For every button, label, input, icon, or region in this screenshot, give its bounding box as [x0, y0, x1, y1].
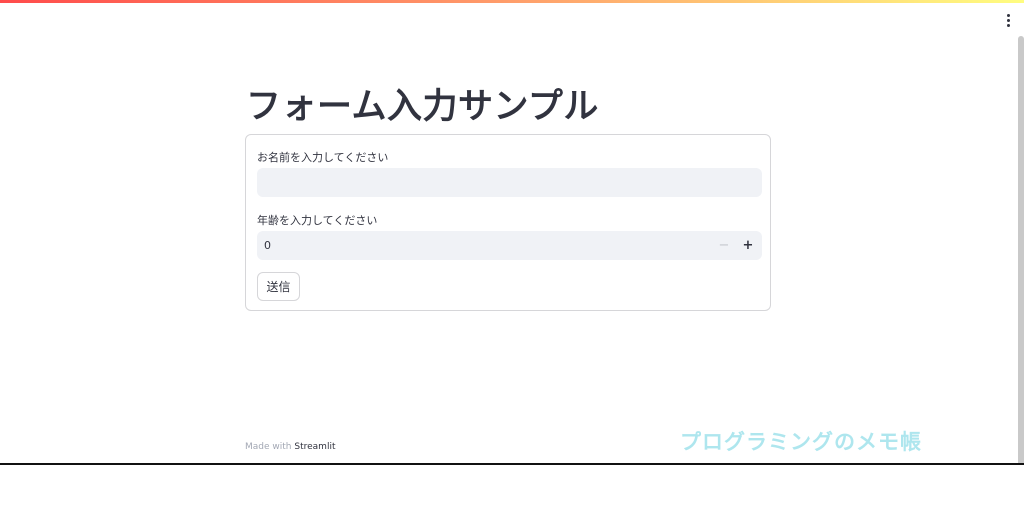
- top-decoration-bar: [0, 0, 1024, 3]
- streamlit-link[interactable]: Streamlit: [294, 442, 335, 452]
- age-field-label: 年齢を入力してください: [257, 214, 378, 227]
- menu-dot: [1006, 23, 1010, 27]
- watermark-text: プログラミングのメモ帳: [680, 430, 922, 454]
- menu-dot: [1006, 18, 1010, 22]
- kebab-menu-icon[interactable]: [1000, 10, 1016, 30]
- input-form: お名前を入力してください 年齢を入力してください 0 − + 送信: [245, 134, 771, 311]
- footer-prefix: Made with: [245, 442, 292, 452]
- decrement-button[interactable]: −: [712, 231, 736, 260]
- increment-button[interactable]: +: [736, 231, 760, 260]
- name-field-label: お名前を入力してください: [257, 151, 389, 164]
- submit-button[interactable]: 送信: [257, 272, 300, 301]
- age-input-value[interactable]: 0: [257, 239, 712, 252]
- page-title: フォーム入力サンプル: [246, 87, 599, 127]
- age-number-input: 0 − +: [257, 231, 762, 260]
- name-input[interactable]: [257, 168, 762, 197]
- streamlit-app: フォーム入力サンプル お名前を入力してください 年齢を入力してください 0 − …: [0, 0, 1024, 465]
- page-scrollbar[interactable]: [1018, 36, 1024, 463]
- footer: Made with Streamlit: [245, 442, 335, 452]
- menu-dot: [1006, 13, 1010, 17]
